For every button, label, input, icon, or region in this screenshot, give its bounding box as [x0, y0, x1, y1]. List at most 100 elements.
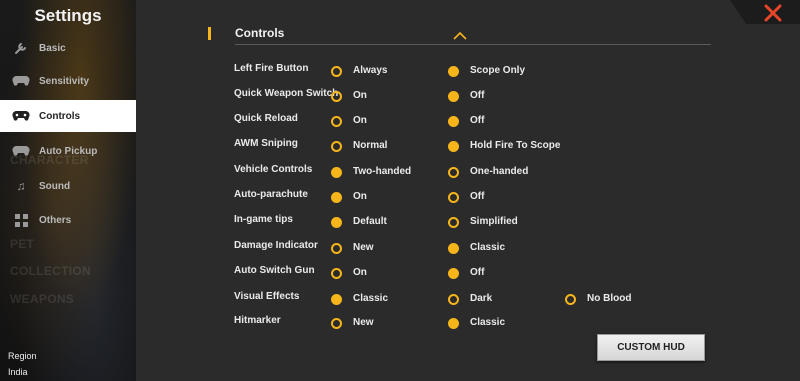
- radio-selected-icon: [331, 293, 342, 305]
- grid-icon: [11, 212, 31, 228]
- radio-option[interactable]: Always: [331, 63, 387, 79]
- setting-label: Auto-parachute: [234, 189, 308, 200]
- radio-unselected-icon: [565, 293, 576, 305]
- option-label: Normal: [353, 140, 388, 151]
- option-label: On: [353, 191, 367, 202]
- option-label: Dark: [470, 293, 493, 304]
- sidebar-item-label: Sensitivity: [39, 75, 90, 87]
- radio-unselected-icon: [331, 65, 342, 77]
- radio-selected-icon: [331, 216, 342, 228]
- sidebar-item-sound[interactable]: ♫ Sound: [0, 170, 136, 202]
- radio-selected-icon: [448, 317, 459, 329]
- radio-option[interactable]: Off: [448, 265, 484, 281]
- option-label: Scope Only: [470, 65, 526, 76]
- sidebar-item-label: Basic: [39, 42, 66, 54]
- radio-option[interactable]: On: [331, 189, 367, 205]
- setting-row: Hitmarker New Classic: [234, 315, 704, 331]
- section-title: Controls: [235, 26, 285, 40]
- ghost-label-pet: PET: [10, 237, 35, 251]
- radio-selected-icon: [448, 267, 459, 279]
- radio-option[interactable]: On: [331, 265, 367, 281]
- radio-option[interactable]: Off: [448, 189, 484, 205]
- radio-option[interactable]: Simplified: [448, 214, 518, 230]
- option-label: Default: [353, 216, 387, 227]
- option-label: One-handed: [470, 166, 529, 177]
- radio-unselected-icon: [331, 317, 342, 329]
- radio-option[interactable]: Scope Only: [448, 63, 525, 79]
- region-value: India: [8, 367, 28, 377]
- option-label: On: [353, 115, 367, 126]
- setting-row: Quick Reload On Off: [234, 113, 704, 129]
- radio-selected-icon: [448, 140, 459, 152]
- setting-row: Vehicle Controls Two-handed One-handed: [234, 164, 704, 180]
- option-label: Classic: [470, 242, 506, 253]
- radio-unselected-icon: [331, 90, 342, 102]
- radio-option[interactable]: Normal: [331, 138, 387, 154]
- radio-option[interactable]: Two-handed: [331, 164, 411, 180]
- radio-option[interactable]: Hold Fire To Scope: [448, 138, 560, 154]
- radio-option[interactable]: On: [331, 113, 367, 129]
- section-divider: [235, 44, 711, 45]
- radio-option[interactable]: Classic: [448, 315, 505, 331]
- radio-option[interactable]: Classic: [331, 291, 388, 307]
- radio-selected-icon: [331, 191, 342, 203]
- sidebar-item-label: Sound: [39, 180, 71, 192]
- radio-selected-icon: [448, 115, 459, 127]
- radio-option[interactable]: Dark: [448, 291, 492, 307]
- radio-option[interactable]: Off: [448, 113, 484, 129]
- radio-unselected-icon: [448, 166, 459, 178]
- option-label: No Blood: [587, 293, 632, 304]
- radio-option[interactable]: Classic: [448, 240, 505, 256]
- ghost-label-weapons: WEAPONS: [10, 292, 75, 306]
- radio-unselected-icon: [448, 216, 459, 228]
- setting-row: Quick Weapon Switch On Off: [234, 88, 704, 104]
- option-label: Hold Fire To Scope: [470, 140, 561, 151]
- setting-label: In-game tips: [234, 214, 293, 225]
- radio-option[interactable]: No Blood: [565, 291, 631, 307]
- radio-option[interactable]: New: [331, 315, 374, 331]
- radio-option[interactable]: Default: [331, 214, 387, 230]
- setting-row: Left Fire Button Always Scope Only: [234, 63, 704, 79]
- chevron-up-icon: [453, 31, 467, 40]
- collapse-section-button[interactable]: [452, 28, 468, 40]
- sidebar-item-label: Controls: [39, 110, 81, 122]
- radio-option[interactable]: On: [331, 88, 367, 104]
- radio-unselected-icon: [331, 242, 342, 254]
- option-label: On: [353, 267, 367, 278]
- sidebar-item-basic[interactable]: Basic: [0, 32, 136, 64]
- radio-selected-icon: [331, 166, 342, 178]
- setting-row: AWM Sniping Normal Hold Fire To Scope: [234, 138, 704, 154]
- radio-option[interactable]: One-handed: [448, 164, 528, 180]
- ghost-label-collection: COLLECTION: [10, 264, 91, 278]
- setting-label: Quick Reload: [234, 113, 298, 124]
- gamepad-icon: [11, 143, 31, 159]
- option-label: New: [353, 242, 374, 253]
- sidebar-item-label: Others: [39, 214, 72, 226]
- sidebar-item-others[interactable]: Others: [0, 204, 136, 236]
- radio-unselected-icon: [331, 115, 342, 127]
- sidebar-title: Settings: [34, 6, 102, 25]
- setting-row: Visual Effects Classic Dark No Blood: [234, 291, 704, 307]
- setting-row: Auto-parachute On Off: [234, 189, 704, 205]
- gamepad-icon: [11, 73, 31, 89]
- option-label: Always: [353, 65, 388, 76]
- radio-selected-icon: [448, 65, 459, 77]
- gamepad-icon: [11, 108, 31, 124]
- radio-option[interactable]: Off: [448, 88, 484, 104]
- sidebar-item-sensitivity[interactable]: Sensitivity: [0, 65, 136, 97]
- section-marker: [208, 27, 211, 40]
- setting-label: AWM Sniping: [234, 138, 298, 149]
- setting-label: Quick Weapon Switch: [234, 88, 339, 99]
- radio-option[interactable]: New: [331, 240, 374, 256]
- setting-row: Damage Indicator New Classic: [234, 240, 704, 256]
- option-label: Off: [470, 191, 485, 202]
- close-button[interactable]: [758, 2, 788, 24]
- setting-label: Auto Switch Gun: [234, 265, 315, 276]
- custom-hud-button[interactable]: CUSTOM HUD: [597, 334, 705, 361]
- radio-unselected-icon: [448, 191, 459, 203]
- option-label: Simplified: [470, 216, 518, 227]
- sidebar-item-controls[interactable]: Controls: [0, 100, 136, 132]
- sidebar-item-auto-pickup[interactable]: Auto Pickup: [0, 135, 136, 167]
- radio-selected-icon: [448, 242, 459, 254]
- option-label: Two-handed: [353, 166, 412, 177]
